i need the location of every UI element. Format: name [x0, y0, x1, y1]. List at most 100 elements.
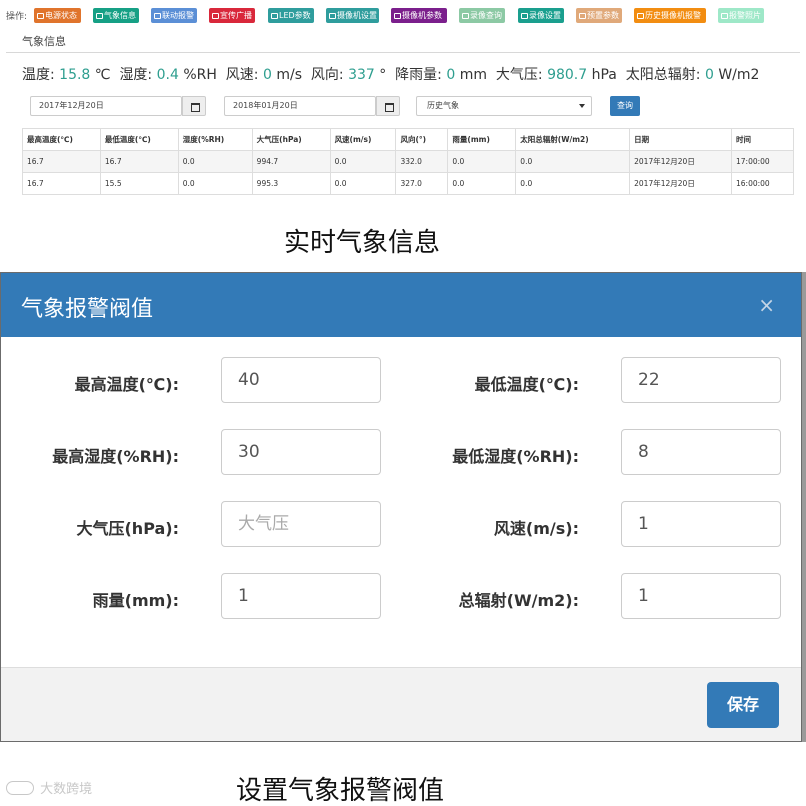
- button-icon: [394, 13, 401, 19]
- op-button[interactable]: 录像查询: [459, 8, 505, 23]
- op-button-label: 录像设置: [529, 11, 561, 20]
- radiation-value: 0: [704, 67, 714, 83]
- table-cell: 0.0: [329, 172, 397, 195]
- table-cell: 0.0: [515, 150, 631, 173]
- table-cell: 16.7: [99, 150, 179, 173]
- caption-alarm-settings: 设置气象报警阀值: [236, 776, 445, 806]
- min-humidity-input[interactable]: 8: [621, 429, 781, 475]
- end-date-input[interactable]: 2018年01月20日: [224, 96, 376, 116]
- start-date-input[interactable]: 2017年12月20日: [30, 96, 182, 116]
- pressure-unit: hPa: [591, 67, 617, 83]
- op-button[interactable]: 录像设置: [518, 8, 564, 23]
- save-button[interactable]: 保存: [707, 682, 779, 728]
- table-cell: 0.0: [447, 172, 517, 195]
- data-type-select[interactable]: 历史气象: [416, 96, 592, 116]
- button-icon: [212, 13, 219, 19]
- wind-speed-input[interactable]: 1: [621, 501, 781, 547]
- calendar-icon[interactable]: [182, 96, 206, 116]
- table-cell: 2017年12月20日: [629, 172, 732, 195]
- op-button[interactable]: 联动报警: [151, 8, 197, 23]
- modal-title: 气象报警阀值: [21, 297, 154, 322]
- tab-divider: [6, 52, 800, 53]
- op-button-label: 电源状态: [45, 11, 77, 20]
- table-cell: 15.5: [99, 172, 179, 195]
- query-button[interactable]: 查询: [610, 96, 640, 116]
- calendar-icon[interactable]: [376, 96, 400, 116]
- op-button[interactable]: 宣传广播: [209, 8, 255, 23]
- table-header: 风向(°): [395, 128, 449, 151]
- table-cell: 0.0: [515, 172, 631, 195]
- op-button[interactable]: 预置参数: [576, 8, 622, 23]
- pressure-value: 980.7: [547, 67, 588, 83]
- table-header: 太阳总辐射(W/m2): [515, 128, 631, 151]
- temp-label: 温度:: [22, 67, 55, 83]
- radiation-unit: W/m2: [718, 67, 760, 83]
- op-button[interactable]: 摄像机设置: [326, 8, 379, 23]
- op-button-label: 预置参数: [587, 11, 619, 20]
- table-row: 16.7 16.7 0.0 994.7 0.0 332.0 0.0 0.0 2017年12月20…: [22, 150, 794, 173]
- op-button-label: 宣传广播: [220, 11, 252, 20]
- table-cell: 332.0: [395, 150, 449, 173]
- tab-weather-info[interactable]: 气象信息: [22, 33, 66, 49]
- close-icon[interactable]: ×: [758, 293, 775, 317]
- button-icon: [637, 13, 644, 19]
- radiation-label: 太阳总辐射:: [625, 67, 701, 83]
- rainfall-input[interactable]: 1: [221, 573, 381, 619]
- max-temp-input[interactable]: 40: [221, 357, 381, 403]
- op-button[interactable]: 历史摄像机报警: [634, 8, 706, 23]
- button-icon: [96, 13, 103, 19]
- chevron-down-icon: [579, 104, 585, 108]
- op-button[interactable]: LED参数: [268, 8, 314, 23]
- table-cell: 0.0: [447, 150, 517, 173]
- op-button[interactable]: 摄像机参数: [391, 8, 447, 23]
- rainfall-label: 雨量(mm):: [92, 591, 179, 610]
- wind-speed-threshold-label: 风速(m/s):: [493, 519, 579, 538]
- history-table: 最高温度(℃) 最低温度(℃) 湿度(%RH) 大气压(hPa) 风速(m/s) 风向(°…: [22, 128, 794, 195]
- realtime-readout: 温度: 15.8 ℃ 湿度: 0.4 %RH 风速: 0 m/s 风向: 337…: [22, 64, 759, 84]
- table-header: 风速(m/s): [329, 128, 397, 151]
- table-header: 最低温度(℃): [99, 128, 179, 151]
- alarm-threshold-modal: 气象报警阀值 × 最高温度(℃): 40 最低温度(℃): 22 最高湿度(%R…: [0, 272, 802, 742]
- min-temp-input[interactable]: 22: [621, 357, 781, 403]
- table-header: 湿度(%RH): [177, 128, 253, 151]
- table-header: 雨量(mm): [447, 128, 517, 151]
- op-button-label: 联动报警: [162, 11, 194, 20]
- op-button-label: 录像查询: [470, 11, 502, 20]
- operations-toolbar: 操作: 电源状态 气象信息 联动报警 宣传广播 LED参数 摄像机设置 摄像机参数 录像查询 录…: [0, 6, 806, 24]
- humidity-label: 湿度:: [119, 67, 153, 83]
- table-cell: 0.0: [177, 172, 253, 195]
- op-button-label: LED参数: [279, 11, 311, 20]
- watermark: 大数跨境: [6, 778, 92, 797]
- modal-body: 最高温度(℃): 40 最低温度(℃): 22 最高湿度(%RH): 30 最低…: [1, 337, 801, 667]
- button-icon: [37, 13, 44, 19]
- pressure-label: 大气压(hPa):: [76, 519, 179, 538]
- wind-speed-label: 风速:: [225, 67, 259, 83]
- modal-footer: 保存: [1, 667, 801, 741]
- pressure-input[interactable]: 大气压: [221, 501, 381, 547]
- table-cell: 16.7: [22, 172, 101, 195]
- rain-value: 0: [446, 67, 456, 83]
- wind-speed-unit: m/s: [276, 67, 302, 83]
- humidity-value: 0.4: [156, 67, 179, 83]
- total-radiation-input[interactable]: 1: [621, 573, 781, 619]
- max-temp-label: 最高温度(℃):: [74, 375, 179, 394]
- button-icon: [271, 13, 278, 19]
- op-button[interactable]: 电源状态: [34, 8, 81, 23]
- operations-label: 操作:: [6, 12, 28, 22]
- data-type-selected: 历史气象: [427, 101, 459, 110]
- max-humidity-input[interactable]: 30: [221, 429, 381, 475]
- op-button[interactable]: 气象信息: [93, 8, 139, 23]
- table-cell: 0.0: [177, 150, 253, 173]
- button-icon: [721, 13, 728, 19]
- max-humidity-label: 最高湿度(%RH):: [52, 447, 179, 466]
- table-header: 最高温度(℃): [22, 128, 101, 151]
- wind-speed-value: 0: [262, 67, 272, 83]
- op-button-label: 报警照片: [729, 11, 761, 20]
- table-cell: 17:00:00: [731, 150, 794, 173]
- wind-dir-unit: °: [379, 67, 387, 83]
- table-cell: 16.7: [22, 150, 101, 173]
- table-row: 16.7 15.5 0.0 995.3 0.0 327.0 0.0 0.0 2017年12月20…: [22, 172, 794, 195]
- table-header: 时间: [731, 128, 794, 151]
- humidity-unit: %RH: [183, 67, 217, 83]
- op-button[interactable]: 报警照片: [718, 8, 764, 23]
